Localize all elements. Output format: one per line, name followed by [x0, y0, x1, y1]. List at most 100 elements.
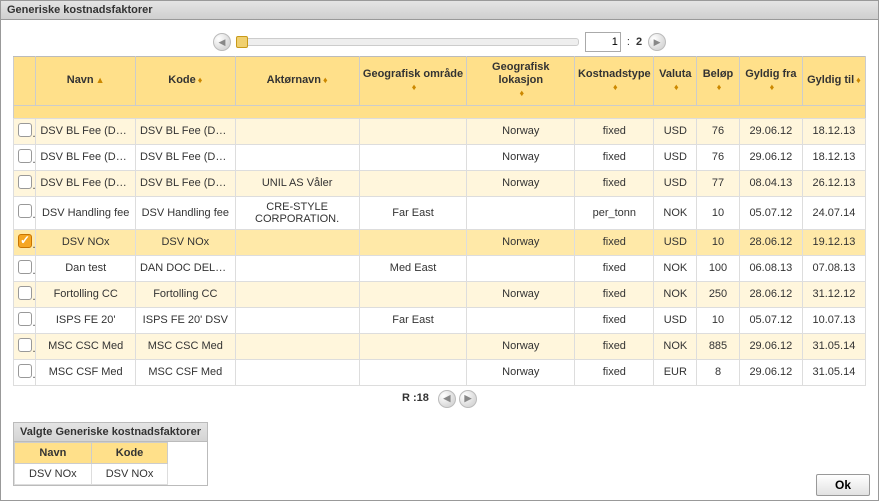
cell: 29.06.12 — [739, 359, 802, 385]
cell: 29.06.12 — [739, 333, 802, 359]
cell: USD — [654, 307, 697, 333]
cell: DSV BL Fee (DOC) — [36, 118, 136, 144]
col-kosttype[interactable]: Kostnadstype♦ — [575, 57, 654, 106]
cell: DSV NOx — [36, 229, 136, 255]
cell — [235, 229, 359, 255]
row-checkbox[interactable] — [18, 312, 32, 326]
selected-col-navn: Navn — [15, 442, 92, 463]
row-checkbox[interactable] — [18, 175, 32, 189]
cell: Norway — [467, 118, 575, 144]
selected-panel: Valgte Generiske kostnadsfaktorer Navn K… — [13, 422, 208, 486]
sort-icon: ♦ — [517, 88, 524, 98]
col-aktor[interactable]: Aktørnavn♦ — [235, 57, 359, 106]
cell: Med East — [359, 255, 467, 281]
col-belop[interactable]: Beløp♦ — [697, 57, 740, 106]
cell: Norway — [467, 170, 575, 196]
cell — [235, 281, 359, 307]
pager-slider[interactable] — [237, 38, 579, 46]
row-checkbox[interactable] — [18, 286, 32, 300]
page-sep: : — [627, 36, 630, 48]
cell: 885 — [697, 333, 740, 359]
sort-icon: ♦ — [672, 82, 679, 92]
cell — [14, 144, 36, 170]
cell — [235, 144, 359, 170]
cell: Norway — [467, 144, 575, 170]
cell: 250 — [697, 281, 740, 307]
cell — [14, 281, 36, 307]
cell — [235, 307, 359, 333]
cell: 18.12.13 — [802, 118, 865, 144]
selected-row[interactable]: DSV NOxDSV NOx — [15, 463, 168, 484]
cell: Far East — [359, 196, 467, 229]
cell: Norway — [467, 229, 575, 255]
table-row[interactable]: Fortolling CCFortolling CCNorwayfixedNOK… — [14, 281, 866, 307]
cell: Norway — [467, 359, 575, 385]
slider-prev-icon[interactable]: ◀ — [213, 33, 231, 51]
table-row[interactable]: DSV NOxDSV NOxNorwayfixedUSD1028.06.1219… — [14, 229, 866, 255]
cell: 31.12.12 — [802, 281, 865, 307]
cell: 28.06.12 — [739, 281, 802, 307]
row-checkbox[interactable] — [18, 123, 32, 137]
row-checkbox[interactable] — [18, 234, 32, 248]
pager-prev-icon[interactable]: ◀ — [438, 390, 456, 408]
cell: per_tonn — [575, 196, 654, 229]
selected-col-kode: Kode — [91, 442, 168, 463]
table-row[interactable]: DSV BL Fee (DOC)DSV BL Fee (DOC)2Norwayf… — [14, 118, 866, 144]
sort-icon: ♦ — [715, 82, 722, 92]
row-checkbox[interactable] — [18, 149, 32, 163]
cell: 31.05.14 — [802, 333, 865, 359]
cell — [235, 118, 359, 144]
cell — [467, 255, 575, 281]
cell: fixed — [575, 144, 654, 170]
cell — [359, 229, 467, 255]
cell: fixed — [575, 359, 654, 385]
pager-next-icon[interactable]: ▶ — [459, 390, 477, 408]
selected-table: Navn Kode DSV NOxDSV NOx — [14, 442, 168, 485]
row-checkbox[interactable] — [18, 204, 32, 218]
cell — [235, 333, 359, 359]
cell: 26.12.13 — [802, 170, 865, 196]
cell: DSV NOx — [91, 463, 168, 484]
cell — [14, 359, 36, 385]
cell: fixed — [575, 307, 654, 333]
col-gyldig-til[interactable]: Gyldig til♦ — [802, 57, 865, 106]
ok-button[interactable]: Ok — [816, 474, 870, 496]
cell: fixed — [575, 333, 654, 359]
cell: ISPS FE 20' DSV — [135, 307, 235, 333]
panel-content: ◀ : 2 ▶ Navn▲ Kode♦ Aktørnavn♦ Ge — [1, 20, 878, 486]
table-row[interactable]: ISPS FE 20'ISPS FE 20' DSVFar EastfixedU… — [14, 307, 866, 333]
table-row[interactable]: DSV BL Fee (DOC)DSV BL Fee (DOC)Norwayfi… — [14, 144, 866, 170]
table-row[interactable]: DSV BL Fee (DOC) 2DSV BL Fee (DOC) 2UNIL… — [14, 170, 866, 196]
table-row[interactable]: Dan testDAN DOC DELETEMed EastfixedNOK10… — [14, 255, 866, 281]
col-gyldig-fra[interactable]: Gyldig fra♦ — [739, 57, 802, 106]
cell: 31.05.14 — [802, 359, 865, 385]
cell: MSC CSC Med — [36, 333, 136, 359]
col-navn[interactable]: Navn▲ — [36, 57, 136, 106]
slider-next-icon[interactable]: ▶ — [648, 33, 666, 51]
cell — [14, 307, 36, 333]
cell — [359, 144, 467, 170]
col-geo-lok[interactable]: Geografisk lokasjon♦ — [467, 57, 575, 106]
cell: Norway — [467, 333, 575, 359]
cell: fixed — [575, 281, 654, 307]
cell: fixed — [575, 229, 654, 255]
cell: Far East — [359, 307, 467, 333]
cell: UNIL AS Våler — [235, 170, 359, 196]
table-row[interactable]: MSC CSF MedMSC CSF MedNorwayfixedEUR829.… — [14, 359, 866, 385]
pager-slider-thumb[interactable] — [236, 36, 248, 48]
sort-icon: ♦ — [854, 75, 861, 85]
table-row[interactable]: MSC CSC MedMSC CSC MedNorwayfixedNOK8852… — [14, 333, 866, 359]
col-valuta[interactable]: Valuta♦ — [654, 57, 697, 106]
col-geo-omr[interactable]: Geografisk område♦ — [359, 57, 467, 106]
col-kode[interactable]: Kode♦ — [135, 57, 235, 106]
row-checkbox[interactable] — [18, 260, 32, 274]
row-checkbox[interactable] — [18, 364, 32, 378]
page-input[interactable] — [585, 32, 621, 52]
row-checkbox[interactable] — [18, 338, 32, 352]
cell: NOK — [654, 333, 697, 359]
cell — [467, 307, 575, 333]
table-row[interactable]: DSV Handling feeDSV Handling feeCRE-STYL… — [14, 196, 866, 229]
cell: 76 — [697, 118, 740, 144]
panel-title: Generiske kostnadsfaktorer — [1, 1, 878, 20]
cell: DSV BL Fee (DOC) — [36, 144, 136, 170]
